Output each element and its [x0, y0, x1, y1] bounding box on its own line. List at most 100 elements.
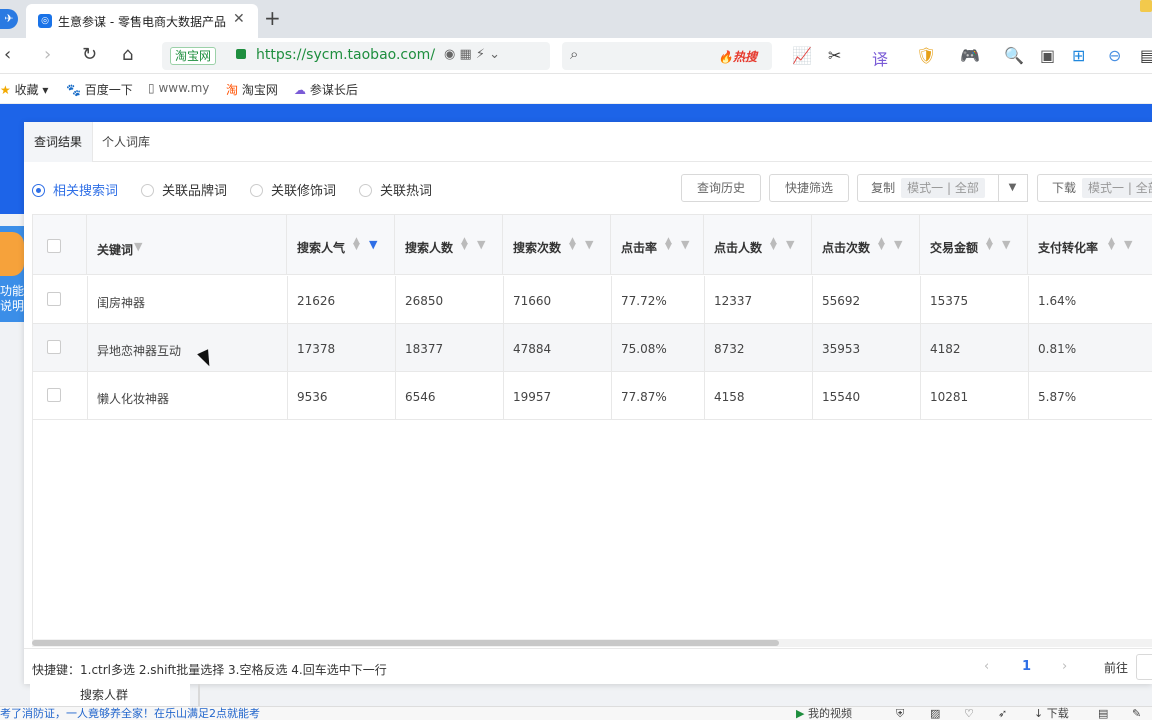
- row-checkbox[interactable]: [47, 388, 61, 402]
- scissors-icon[interactable]: ✂: [828, 46, 841, 65]
- col-keyword[interactable]: 关键词 ▼: [87, 215, 287, 274]
- sort-icon[interactable]: ▲ ▼: [569, 237, 576, 252]
- download-button[interactable]: 下载模式一 | 全部: [1037, 174, 1152, 202]
- radio-hot-words[interactable]: 关联热词: [359, 180, 432, 199]
- rocket-icon[interactable]: ➶: [998, 707, 1007, 720]
- filter-icon[interactable]: ▼: [681, 238, 689, 251]
- bookmark-taobao[interactable]: 淘 淘宝网: [226, 81, 278, 98]
- horizontal-scrollbar[interactable]: [32, 639, 1152, 647]
- cell-value: 5.87%: [1038, 390, 1077, 404]
- sort-icon[interactable]: ▲ ▼: [770, 237, 777, 252]
- forward-button[interactable]: ›: [44, 44, 51, 65]
- tab-close-button[interactable]: ✕: [233, 11, 245, 27]
- tab-title: 生意参谋 - 零售电商大数据产品: [58, 15, 226, 29]
- row-checkbox[interactable]: [47, 340, 61, 354]
- browser-tab[interactable]: ◎ 生意参谋 - 零售电商大数据产品 ✕: [26, 4, 258, 38]
- my-video-button[interactable]: ▶ 我的视频: [796, 707, 852, 720]
- filter-icon[interactable]: ▼: [894, 238, 902, 251]
- page-number[interactable]: 1: [1022, 659, 1031, 674]
- col-conversion-rate[interactable]: 支付转化率 ▲ ▼ ▼: [1028, 215, 1152, 274]
- filter-icon[interactable]: ▼: [585, 238, 593, 251]
- col-ctr[interactable]: 点击率 ▲ ▼ ▼: [611, 215, 704, 274]
- news-ticker-link[interactable]: 考了消防证，一人竟够养全家！在乐山满足2点就能考: [0, 707, 260, 720]
- col-clickers[interactable]: 点击人数 ▲ ▼ ▼: [704, 215, 812, 274]
- query-history-button[interactable]: 查询历史: [681, 174, 761, 202]
- filter-icon[interactable]: ▼: [1002, 238, 1010, 251]
- col-search-count[interactable]: 搜索次数 ▲ ▼ ▼: [503, 215, 611, 274]
- shortcut-hint: 快捷键：1.ctrl多选 2.shift批量选择 3.空格反选 4.回车选中下一…: [32, 663, 387, 677]
- bookmark-canmouzhang[interactable]: ☁ 参谋长后: [294, 81, 358, 98]
- tab-query-result[interactable]: 查词结果: [24, 122, 94, 162]
- url-text[interactable]: https://sycm.taobao.com/r: [256, 47, 436, 63]
- bookmark-baidu[interactable]: 🐾 百度一下: [66, 81, 133, 98]
- filter-icon[interactable]: ▼: [1124, 238, 1132, 251]
- bookmark-favorites[interactable]: ★ 收藏 ▾: [0, 81, 48, 98]
- shield-icon[interactable]: 🛡: [916, 46, 936, 65]
- pen-icon[interactable]: ✎: [1132, 707, 1141, 720]
- filter-active-icon[interactable]: ▼: [369, 238, 377, 251]
- more-icon[interactable]: ▤: [1140, 46, 1152, 65]
- game-icon[interactable]: 🎮: [960, 46, 980, 65]
- quick-filter-button[interactable]: 快捷筛选: [769, 174, 849, 202]
- sort-icon[interactable]: ▲ ▼: [878, 237, 885, 252]
- goto-page-input[interactable]: [1136, 654, 1152, 680]
- sort-icon[interactable]: ▲ ▼: [461, 237, 468, 252]
- shield-status-icon[interactable]: ⛨: [896, 707, 904, 720]
- download-status-button[interactable]: ↓ 下载: [1034, 707, 1069, 720]
- app-icon[interactable]: ⊞: [1072, 46, 1085, 65]
- tab-personal-library[interactable]: 个人词库: [92, 122, 160, 162]
- window-control-icon[interactable]: [1140, 0, 1152, 12]
- col-transaction-amount[interactable]: 交易金额 ▲ ▼ ▼: [920, 215, 1028, 274]
- cell-keyword: 异地恋神器互动: [97, 344, 182, 358]
- cell-value: 71660: [513, 294, 552, 308]
- col-search-popularity[interactable]: 搜索人气 ▲ ▼ ▼: [287, 215, 395, 274]
- table-row[interactable]: 闺房神器 21626 26850 71660 77.72% 12337 5569…: [33, 276, 1152, 324]
- radio-modifier-words[interactable]: 关联修饰词: [250, 180, 336, 199]
- image-icon[interactable]: ▨: [930, 707, 940, 720]
- col-click-count[interactable]: 点击次数 ▲ ▼ ▼: [812, 215, 920, 274]
- cell-value: 19957: [513, 390, 552, 404]
- copy-button[interactable]: 复制 模式一 | 全部: [857, 174, 999, 202]
- bookmark-mysite[interactable]: ▯ www.my: [148, 81, 209, 95]
- wallet-icon[interactable]: ▣: [1040, 46, 1055, 65]
- translate-icon[interactable]: 译: [872, 46, 888, 70]
- browser-logo-icon[interactable]: ✈: [0, 9, 18, 29]
- prev-page-chevron-icon[interactable]: ‹: [984, 659, 989, 674]
- sort-icon[interactable]: ▲ ▼: [1108, 237, 1115, 252]
- sort-icon[interactable]: ▲ ▼: [353, 237, 360, 252]
- next-page-chevron-icon[interactable]: ›: [1062, 659, 1067, 674]
- table-row[interactable]: 异地恋神器互动 17378 18377 47884 75.08% 8732 35…: [33, 324, 1152, 372]
- heart-icon[interactable]: ♡: [964, 707, 974, 720]
- hot-search-label[interactable]: 🔥热搜: [718, 48, 757, 65]
- sort-icon[interactable]: ▲ ▼: [986, 237, 993, 252]
- sort-icon[interactable]: ▲ ▼: [665, 237, 672, 252]
- sycm-favicon-icon: ◎: [38, 14, 52, 28]
- lock-status-icon[interactable]: ▤: [1098, 707, 1108, 720]
- search-crowd-item[interactable]: 搜索人群: [30, 684, 190, 706]
- panel-tabs: 查词结果 个人词库: [24, 122, 1152, 162]
- filter-icon[interactable]: ▼: [477, 238, 485, 251]
- col-searchers[interactable]: 搜索人数 ▲ ▼ ▼: [395, 215, 503, 274]
- filter-icon[interactable]: ▼: [134, 240, 142, 253]
- filter-icon[interactable]: ▼: [786, 238, 794, 251]
- cell-keyword: 闺房神器: [97, 296, 146, 310]
- row-checkbox[interactable]: [47, 292, 61, 306]
- browser-search-input[interactable]: ⌕ 🔥热搜: [562, 42, 772, 70]
- scrollbar-thumb[interactable]: [32, 640, 779, 646]
- back-button[interactable]: ‹: [4, 44, 11, 65]
- magnifier-icon[interactable]: 🔍: [1004, 46, 1024, 65]
- address-bar[interactable]: 淘宝网 https://sycm.taobao.com/r ◉ ▦ ⚡ ⌄: [162, 42, 550, 70]
- home-button[interactable]: ⌂: [122, 44, 133, 65]
- address-actions-icon[interactable]: ◉ ▦ ⚡ ⌄: [444, 47, 500, 62]
- table-row[interactable]: 懒人化妆神器 9536 6546 19957 77.87% 4158 15540…: [33, 372, 1152, 420]
- radio-brand-words[interactable]: 关联品牌词: [141, 180, 227, 199]
- reload-button[interactable]: ↻: [82, 44, 97, 65]
- minus-icon[interactable]: ⊖: [1108, 46, 1121, 65]
- radio-related-search[interactable]: 相关搜索词: [32, 180, 118, 199]
- new-tab-button[interactable]: +: [264, 6, 281, 30]
- chart-icon[interactable]: 📈: [792, 46, 812, 65]
- help-widget[interactable]: 功能说明: [0, 226, 24, 322]
- select-all-checkbox[interactable]: [47, 239, 61, 253]
- cell-value: 12337: [714, 294, 753, 308]
- copy-dropdown-chevron-icon[interactable]: ▼: [998, 174, 1028, 202]
